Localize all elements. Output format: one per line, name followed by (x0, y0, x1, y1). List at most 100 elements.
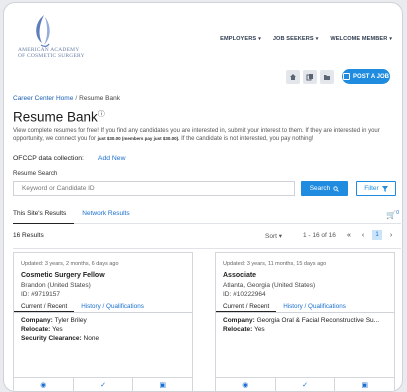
company-label: Company: (223, 317, 255, 324)
company-label: Company: (21, 317, 53, 324)
cart-count: 0 (396, 210, 399, 216)
pager-range: 1 - 16 of 16 (303, 232, 336, 239)
card-location: Atlanta, Georgia (United States) (223, 282, 316, 289)
page-title-text: Resume Bank (13, 109, 98, 125)
thumbs-up-icon: ✓ (302, 381, 308, 389)
search-input[interactable]: Keyword or Candidate ID (13, 181, 295, 196)
card-details: Company: Tyler Briley Relocate: Yes Secu… (21, 317, 189, 343)
nav-job-seekers[interactable]: JOB SEEKERS ▾ (273, 36, 319, 42)
card-relocate: Relocate: Yes (223, 326, 391, 335)
card-details: Company: Georgia Oral & Facial Reconstru… (223, 317, 391, 335)
page-title: Resume Bankⓘ (13, 109, 105, 125)
last-page-button[interactable]: » (400, 230, 402, 240)
nav-welcome-member[interactable]: WELCOME MEMBER ▾ (330, 36, 392, 42)
eye-icon: ◉ (242, 381, 249, 389)
copy-button[interactable] (303, 69, 317, 84)
card-tab-history[interactable]: History / Qualifications (276, 301, 353, 312)
relocate-label: Relocate: (21, 325, 51, 333)
chevron-down-icon: ▾ (389, 36, 392, 42)
pagination: « ‹ 1 › » (344, 230, 402, 240)
ofccp-add-new-link[interactable]: Add New (98, 155, 126, 162)
results-bar: 16 Results Sort ▾ 1 - 16 of 16 « ‹ 1 › » (13, 230, 402, 249)
search-label: Resume Search (13, 170, 58, 177)
first-page-button[interactable]: « (344, 230, 354, 240)
search-icon (333, 185, 340, 192)
card-tab-current[interactable]: Current / Recent (216, 301, 277, 312)
tab-network[interactable]: Network Results (82, 210, 137, 223)
filter-icon (381, 185, 388, 192)
chevron-down-icon: ▾ (258, 36, 261, 42)
card-relocate: Relocate: Yes (21, 326, 189, 335)
nav-welcome-member-label: WELCOME MEMBER (330, 36, 388, 42)
clearance-label: Security Clearance: (21, 334, 82, 342)
folder-icon (324, 74, 330, 80)
chevron-down-icon: ▾ (278, 233, 282, 240)
nav-job-seekers-label: JOB SEEKERS (272, 36, 314, 42)
post-job-icon (343, 73, 351, 80)
nav-employers-label: EMPLOYERS (220, 36, 257, 42)
top-nav: EMPLOYERS ▾ JOB SEEKERS ▾ WELCOME MEMBER ▾ (220, 36, 392, 42)
copy-icon (306, 73, 313, 80)
sort-label: Sort (265, 233, 277, 240)
card-tab-history[interactable]: History / Qualifications (74, 301, 151, 312)
sort-dropdown[interactable]: Sort ▾ (265, 232, 282, 240)
cart-icon: 🛒 (386, 210, 397, 220)
cart-button[interactable]: 🛒0 (386, 210, 399, 220)
card-updated: Updated: 3 years, 2 months, 6 days ago (21, 261, 119, 267)
tab-this-site[interactable]: This Site's Results (13, 210, 75, 224)
post-job-button[interactable]: POST A JOB (342, 69, 390, 84)
bookmark-icon: ▣ (159, 381, 166, 389)
nav-employers[interactable]: EMPLOYERS ▾ (220, 36, 261, 42)
card-tabs: Current / Recent History / Qualification… (216, 301, 394, 313)
post-job-label: POST A JOB (353, 73, 389, 80)
submit-interest-button[interactable]: ✓ (74, 378, 134, 391)
search-button[interactable]: Search (301, 181, 348, 196)
breadcrumb: Career Center Home / Resume Bank (13, 95, 120, 102)
filter-button-label: Filter (364, 185, 379, 192)
company-value: Georgia Oral & Facial Reconstructive Su.… (256, 317, 380, 324)
card-company: Company: Tyler Briley (21, 317, 189, 326)
home-icon (290, 73, 296, 80)
relocate-label: Relocate: (223, 325, 253, 333)
intro-text: View complete resumes for free! If you f… (13, 127, 401, 143)
search-button-label: Search (309, 185, 331, 192)
submit-interest-button[interactable]: ✓ (276, 378, 336, 391)
card-clearance: Security Clearance: None (21, 335, 189, 344)
toolbar: POST A JOB (286, 69, 390, 84)
info-icon[interactable]: ⓘ (98, 111, 105, 118)
card-updated: Updated: 3 years, 11 months, 15 days ago (223, 261, 327, 267)
ofccp-label: OFCCP data collection: (13, 155, 84, 162)
breadcrumb-current: Resume Bank (79, 95, 120, 102)
card-id: ID: #9719157 (21, 291, 61, 298)
filter-button[interactable]: Filter (356, 181, 396, 196)
prev-page-button[interactable]: ‹ (358, 230, 368, 240)
ofccp-section: OFCCP data collection: Add New (13, 155, 126, 162)
intro-part2: If the candidate is not interested, you … (181, 136, 314, 142)
current-page[interactable]: 1 (372, 230, 382, 240)
relocate-value: Yes (52, 325, 63, 333)
candidate-card[interactable]: Updated: 3 years, 11 months, 15 days ago… (215, 252, 395, 391)
card-location: Brandon (United States) (21, 282, 91, 289)
card-company: Company: Georgia Oral & Facial Reconstru… (223, 317, 391, 326)
results-count: 16 Results (13, 232, 44, 239)
card-actions: ◉ ✓ ▣ (216, 377, 394, 391)
save-candidate-button[interactable]: ▣ (335, 378, 394, 391)
breadcrumb-home-link[interactable]: Career Center Home (13, 95, 73, 102)
site-header: AMERICAN ACADEMY OF COSMETIC SURGERY EMP… (4, 3, 402, 63)
card-id: ID: #10222964 (223, 291, 266, 298)
folder-button[interactable] (320, 69, 334, 84)
org-name-line2: OF COSMETIC SURGERY (18, 53, 85, 59)
save-candidate-button[interactable]: ▣ (133, 378, 192, 391)
candidate-card[interactable]: Updated: 3 years, 2 months, 6 days ago C… (13, 252, 193, 391)
next-page-button[interactable]: › (386, 230, 396, 240)
company-value: Tyler Briley (54, 317, 87, 324)
view-resume-button[interactable]: ◉ (216, 378, 276, 391)
bookmark-icon: ▣ (361, 381, 368, 389)
card-tab-current[interactable]: Current / Recent (14, 301, 75, 312)
card-job-title[interactable]: Associate (223, 272, 256, 279)
page-frame: AMERICAN ACADEMY OF COSMETIC SURGERY EMP… (3, 2, 403, 392)
card-job-title[interactable]: Cosmetic Surgery Fellow (21, 272, 105, 279)
home-button[interactable] (286, 69, 300, 84)
intro-price: just $30.00 (members pay just $30.00). (97, 136, 180, 141)
view-resume-button[interactable]: ◉ (14, 378, 74, 391)
